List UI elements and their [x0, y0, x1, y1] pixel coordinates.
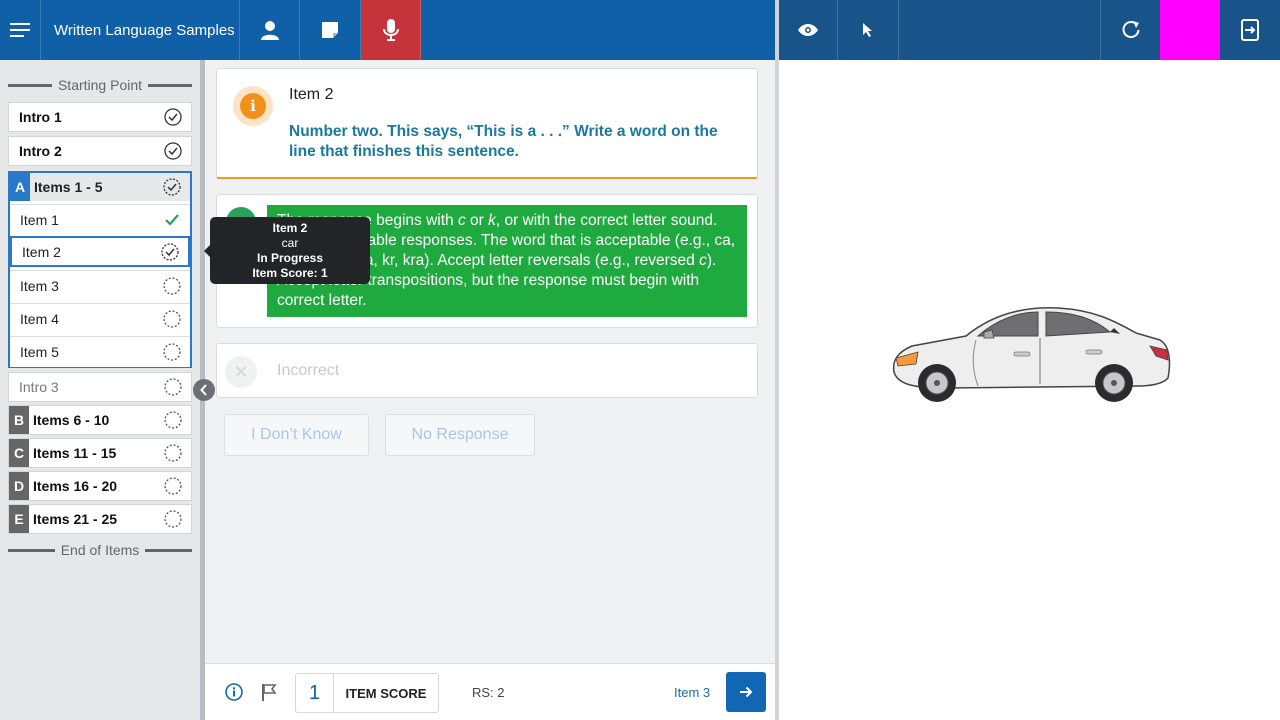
group-letter-badge: C [9, 439, 29, 467]
end-of-items-divider: End of Items [8, 540, 192, 560]
not-started-icon [163, 410, 183, 430]
in-progress-icon [160, 242, 180, 262]
dont-know-button[interactable]: I Don’t Know [224, 414, 369, 456]
starting-point-divider: Starting Point [8, 75, 192, 95]
sidebar-item-label: Intro 1 [19, 109, 62, 125]
sidebar-item-label: Item 4 [20, 311, 59, 327]
eye-icon [798, 24, 818, 36]
in-progress-icon [162, 177, 182, 197]
item-title: Item 2 [289, 86, 334, 103]
end-of-items-label: End of Items [60, 542, 140, 558]
group-letter-badge: B [9, 406, 29, 434]
collapse-sidebar-button[interactable] [193, 379, 215, 401]
app-title: Written Language Samples [40, 0, 240, 60]
sidebar-item-5[interactable]: Item 5 [10, 336, 190, 367]
tooltip-title: Item 2 [272, 221, 308, 235]
show-stimulus-button[interactable] [779, 0, 838, 60]
item-score-value: 1 [296, 674, 334, 712]
group-label: Items 1 - 5 [34, 179, 103, 195]
item-prompt: Number two. This says, “This is a . . .”… [289, 123, 718, 160]
checkmark-icon [162, 210, 182, 230]
pointer-button[interactable] [838, 0, 899, 60]
item-tooltip: Item 2 car In Progress Item Score: 1 [210, 217, 370, 284]
menu-button[interactable] [0, 0, 40, 60]
microphone-icon [382, 19, 399, 41]
not-started-icon [163, 476, 183, 496]
menu-icon [10, 23, 30, 37]
notes-button[interactable] [300, 0, 361, 60]
sidebar-group-e[interactable]: E Items 21 - 25 [8, 504, 192, 534]
chevron-left-icon [200, 384, 207, 396]
group-label: Items 6 - 10 [33, 412, 110, 428]
sidebar-item-label: Intro 2 [19, 143, 62, 159]
item-score-label: ITEM SCORE [345, 685, 427, 701]
sidebar-item-intro-1[interactable]: Intro 1 [8, 102, 192, 132]
not-started-icon [162, 342, 182, 362]
sidebar-item-4[interactable]: Item 4 [10, 303, 190, 334]
sidebar-group-c[interactable]: C Items 11 - 15 [8, 438, 192, 468]
no-response-button[interactable]: No Response [385, 414, 535, 456]
info-outline-icon[interactable] [224, 682, 244, 702]
sidebar-group-b[interactable]: B Items 6 - 10 [8, 405, 192, 435]
sidebar-item-label: Item 5 [20, 344, 59, 360]
sidebar-item-label: Item 2 [22, 243, 61, 260]
highlight-color-button[interactable] [1160, 0, 1220, 60]
flag-icon[interactable] [259, 682, 279, 702]
group-label: Items 11 - 15 [33, 445, 117, 461]
tooltip-response: car [281, 236, 299, 250]
tooltip-status: In Progress [256, 251, 324, 265]
examinee-button[interactable] [241, 0, 300, 60]
group-label: Items 21 - 25 [33, 511, 118, 527]
raw-score: RS: 2 [472, 685, 505, 700]
sidebar-item-label: Item 3 [20, 278, 59, 294]
next-item-label: Item 3 [674, 685, 711, 700]
exit-button[interactable] [1220, 0, 1280, 60]
sidebar-item-1[interactable]: Item 1 [10, 204, 190, 235]
not-started-icon [162, 276, 182, 296]
sidebar-item-intro-2[interactable]: Intro 2 [8, 136, 192, 166]
arrow-right-icon [740, 686, 753, 698]
item-score-box[interactable]: 1 ITEM SCORE [295, 673, 439, 713]
refresh-button[interactable] [1100, 0, 1160, 60]
incorrect-label: Incorrect [277, 362, 340, 379]
next-item-button[interactable] [726, 672, 766, 712]
sidebar-item-label: Item 1 [20, 212, 59, 228]
check-circle-icon [163, 107, 183, 127]
group-label: Items 16 - 20 [33, 478, 118, 494]
group-letter-badge: E [9, 505, 29, 533]
check-circle-icon [163, 141, 183, 161]
refresh-icon [1122, 21, 1139, 39]
x-icon: ✕ [225, 356, 257, 388]
tooltip-score: Item Score: 1 [252, 266, 328, 280]
group-letter-badge: A [10, 173, 30, 201]
sidebar-group-d[interactable]: D Items 16 - 20 [8, 471, 192, 501]
sidebar-item-3[interactable]: Item 3 [10, 270, 190, 301]
sidebar-group-a-header[interactable]: A Items 1 - 5 [10, 173, 190, 201]
car-image [892, 307, 1171, 402]
sidebar-item-label: Intro 3 [19, 379, 59, 395]
sidebar-item-2[interactable]: Item 2 [10, 236, 190, 267]
exit-icon [1241, 19, 1259, 41]
sidebar-item-intro-3[interactable]: Intro 3 [8, 372, 192, 402]
starting-point-label: Starting Point [57, 77, 143, 93]
note-icon [322, 22, 338, 38]
group-letter-badge: D [9, 472, 29, 500]
pointer-icon [863, 23, 872, 37]
person-icon [261, 21, 279, 40]
info-icon: i [233, 86, 273, 126]
not-started-icon [163, 377, 183, 397]
not-started-icon [163, 509, 183, 529]
record-button[interactable] [361, 0, 421, 60]
not-started-icon [163, 443, 183, 463]
not-started-icon [162, 309, 182, 329]
